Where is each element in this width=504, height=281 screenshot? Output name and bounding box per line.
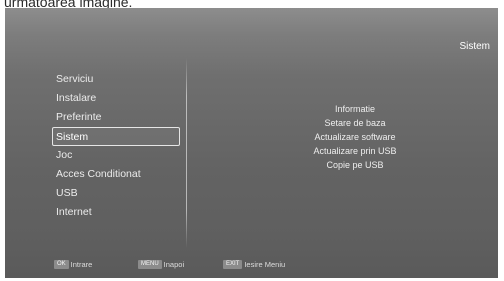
menu-item-acces-conditionat[interactable]: Acces Conditionat <box>52 165 182 184</box>
menu-item-sistem[interactable]: Sistem <box>52 127 180 146</box>
hint-menu: MENU Inapoi <box>138 260 184 269</box>
submenu-item-actualizare-software[interactable]: Actualizare software <box>290 130 420 144</box>
submenu-item-actualizare-prin-usb[interactable]: Actualizare prin USB <box>290 144 420 158</box>
menu-divider <box>186 58 187 248</box>
ok-key-icon: OK <box>54 260 69 269</box>
main-menu: Serviciu Instalare Preferinte Sistem Joc… <box>52 70 182 222</box>
menu-item-joc[interactable]: Joc <box>52 146 182 165</box>
caption-text: urmatoarea imagine. <box>4 0 133 8</box>
hint-menu-label: Inapoi <box>163 260 185 269</box>
hint-ok: OK Intrare <box>54 260 92 269</box>
stb-menu-screen: Sistem Serviciu Instalare Preferinte Sis… <box>5 8 498 278</box>
exit-key-icon: EXIT <box>223 260 243 269</box>
menu-item-internet[interactable]: Internet <box>52 203 182 222</box>
menu-item-usb[interactable]: USB <box>52 184 182 203</box>
submenu-item-setare-de-baza[interactable]: Setare de baza <box>290 116 420 130</box>
submenu-item-copie-pe-usb[interactable]: Copie pe USB <box>290 158 420 172</box>
submenu-item-informatie[interactable]: Informatie <box>290 102 420 116</box>
menu-item-instalare[interactable]: Instalare <box>52 89 182 108</box>
footer-hints: OK Intrare MENU Inapoi EXIT Iesire Meniu <box>5 260 498 272</box>
hint-ok-label: Intrare <box>70 260 93 269</box>
menu-key-icon: MENU <box>138 260 162 269</box>
hint-exit-label: Iesire Meniu <box>244 260 286 269</box>
sub-menu: Informatie Setare de baza Actualizare so… <box>290 102 420 172</box>
page-title: Sistem <box>459 41 490 52</box>
menu-item-serviciu[interactable]: Serviciu <box>52 70 182 89</box>
hint-exit: EXIT Iesire Meniu <box>223 260 285 269</box>
menu-item-preferinte[interactable]: Preferinte <box>52 108 182 127</box>
